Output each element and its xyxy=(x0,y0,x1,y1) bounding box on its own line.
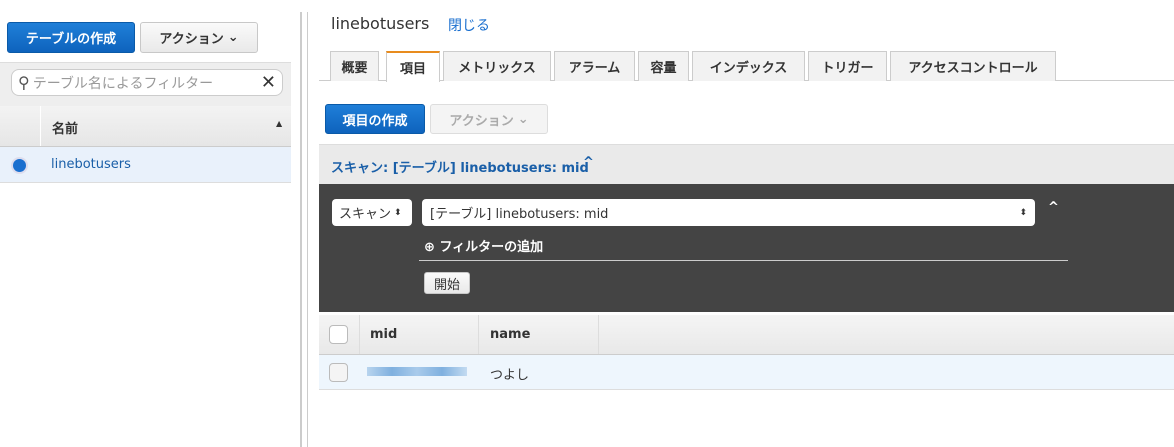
scan-header[interactable]: スキャン: [テーブル] linebotusers: mid ^ xyxy=(319,144,1174,184)
scan-target-select[interactable]: [テーブル] linebotusers: mid ⬍ xyxy=(422,199,1035,226)
mid-value-blurred[interactable] xyxy=(367,367,467,376)
item-actions-label: アクション xyxy=(449,113,514,129)
page-title: linebotusers xyxy=(331,14,430,33)
tab-items[interactable]: 項目 xyxy=(386,51,440,82)
add-filter-label: フィルターの追加 xyxy=(439,240,544,255)
scan-mode-value: スキャン xyxy=(339,207,392,222)
chevron-down-icon: ⌄ xyxy=(227,30,239,45)
radio-selected[interactable] xyxy=(11,157,28,174)
plus-circle-icon: ⊕ xyxy=(424,240,435,255)
chevron-up-icon: ^ xyxy=(583,155,594,170)
start-button[interactable]: 開始 xyxy=(424,272,470,294)
create-item-button[interactable]: 項目の作成 xyxy=(325,104,425,134)
table-list-header: 名前 ▲ xyxy=(0,106,291,147)
table-list-item[interactable]: linebotusers xyxy=(0,147,291,183)
table-name[interactable]: linebotusers xyxy=(51,157,131,172)
scan-panel: スキャン ⬍ [テーブル] linebotusers: mid ⬍ ^ ⊕ フィルタ… xyxy=(319,184,1174,312)
items-table-header: mid name xyxy=(319,315,1174,355)
table-filter-input[interactable]: ⚲ テーブル名によるフィルター ✕ xyxy=(11,69,283,96)
collapse-icon[interactable]: ^ xyxy=(1048,200,1059,215)
filter-placeholder: テーブル名によるフィルター xyxy=(32,75,214,92)
row-checkbox[interactable] xyxy=(329,363,348,382)
column-name-header[interactable]: 名前 xyxy=(52,118,78,137)
name-value: つよし xyxy=(490,368,530,383)
splitter[interactable] xyxy=(300,12,302,447)
tab-capacity[interactable]: 容量 xyxy=(638,51,689,81)
tab-access-control[interactable]: アクセスコントロール xyxy=(890,51,1056,81)
tab-indexes[interactable]: インデックス xyxy=(692,51,805,81)
tab-triggers[interactable]: トリガー xyxy=(808,51,887,81)
scan-mode-select[interactable]: スキャン ⬍ xyxy=(332,199,412,226)
select-all-checkbox[interactable] xyxy=(329,325,348,344)
scan-header-text: スキャン: [テーブル] linebotusers: mid xyxy=(331,161,589,176)
column-name[interactable]: name xyxy=(490,327,530,342)
tab-overview[interactable]: 概要 xyxy=(330,51,379,81)
clear-icon[interactable]: ✕ xyxy=(261,72,276,93)
sort-asc-icon[interactable]: ▲ xyxy=(276,119,282,128)
table-row[interactable]: つよし xyxy=(319,355,1174,390)
select-arrows-icon: ⬍ xyxy=(394,207,402,218)
search-icon: ⚲ xyxy=(18,73,30,92)
actions-label: アクション xyxy=(159,32,224,47)
item-actions-dropdown[interactable]: アクション ⌄ xyxy=(430,104,548,134)
scan-target-value: [テーブル] linebotusers: mid xyxy=(430,207,609,222)
tab-metrics[interactable]: メトリックス xyxy=(443,51,551,81)
create-table-button[interactable]: テーブルの作成 xyxy=(7,22,135,53)
close-link[interactable]: 閉じる xyxy=(448,15,490,35)
actions-dropdown[interactable]: アクション ⌄ xyxy=(140,22,258,53)
select-arrows-icon: ⬍ xyxy=(1019,207,1027,218)
column-mid[interactable]: mid xyxy=(370,327,397,342)
add-filter-link[interactable]: ⊕ フィルターの追加 xyxy=(424,236,543,255)
tab-alarms[interactable]: アラーム xyxy=(554,51,635,81)
chevron-down-icon: ⌄ xyxy=(517,111,529,127)
